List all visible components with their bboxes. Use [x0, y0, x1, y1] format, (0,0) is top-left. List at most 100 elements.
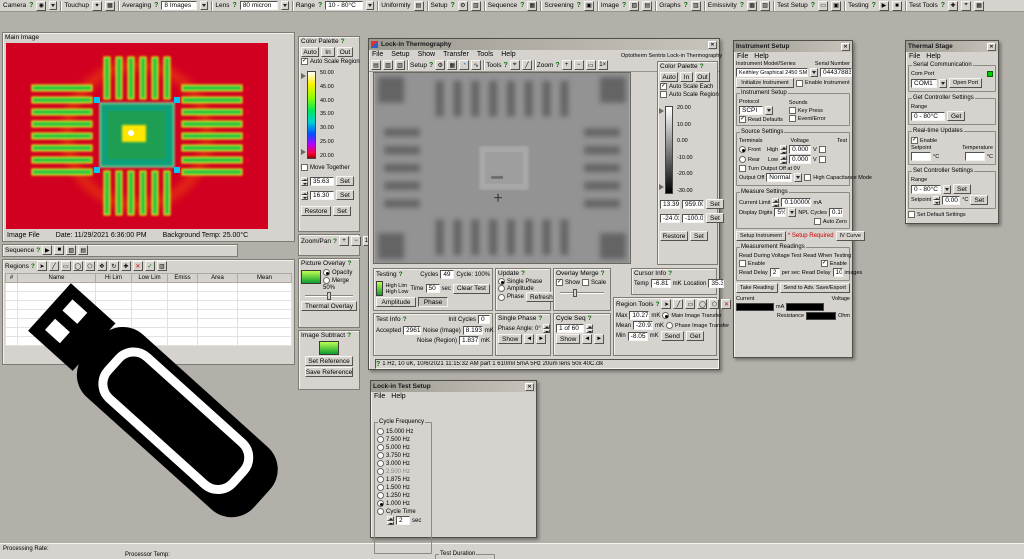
help-icon[interactable] [347, 332, 351, 339]
overlay-slider[interactable] [305, 295, 353, 297]
help-icon[interactable] [668, 270, 672, 277]
set-button[interactable]: Set [333, 206, 351, 216]
help-icon[interactable] [740, 2, 744, 9]
single-phase-radio[interactable] [498, 278, 505, 285]
freq-radio-6[interactable] [377, 476, 384, 483]
read-delay-1-field[interactable]: 2 [770, 268, 780, 277]
thermal-overlay-button[interactable]: Thermal Overlay [301, 301, 357, 311]
set-range-button[interactable]: Set [953, 184, 971, 194]
graphs-icon[interactable]: ▥ [691, 1, 701, 11]
event-error-checkbox[interactable] [789, 115, 796, 122]
model-select[interactable]: Keithley Graphical 2450 SMU [736, 68, 808, 77]
freq-radio-1[interactable] [377, 436, 384, 443]
auto-scale-region-checkbox[interactable] [301, 58, 308, 65]
lockin-colorbar[interactable] [665, 106, 673, 194]
amplitude-button[interactable]: Amplitude [376, 297, 416, 307]
display-digits-select[interactable]: 5½ [774, 208, 786, 217]
out-button[interactable]: Out [695, 72, 710, 82]
auto-button[interactable]: Auto [660, 72, 678, 82]
sequence-icon[interactable]: ▦ [527, 1, 537, 11]
help-icon[interactable] [341, 38, 345, 45]
test-tools-icon-3[interactable]: ▦ [974, 1, 984, 11]
zoom-out-icon[interactable]: − [351, 236, 361, 246]
realtime-enable-checkbox[interactable] [911, 137, 918, 144]
lockin-ruler-icon[interactable]: ╱ [522, 60, 532, 70]
rect-icon[interactable]: ▭ [685, 299, 695, 309]
high-field-1[interactable]: 13.39 [660, 200, 680, 209]
chevron-down-icon[interactable] [200, 1, 208, 10]
overlay-merge-slider[interactable] [560, 292, 604, 294]
com-port-select[interactable]: COM1 [911, 79, 937, 88]
chevron-down-icon[interactable] [788, 208, 796, 217]
read-delay-2-field[interactable]: 10 [833, 268, 843, 277]
help-icon[interactable] [577, 2, 581, 9]
touchup-grid-icon[interactable]: ▦ [105, 1, 115, 11]
high-voltage-field[interactable]: 0.000 [789, 145, 811, 154]
chevron-down-icon[interactable] [49, 1, 57, 10]
subtract-thumbnail[interactable] [319, 341, 339, 355]
high-field-2[interactable]: 959.00 [682, 200, 704, 209]
averaging-select[interactable]: 8 Images [161, 1, 197, 10]
open-icon[interactable]: ▧ [383, 60, 393, 70]
test-setup-titlebar[interactable]: Lock-in Test Setup ✕ [371, 381, 536, 392]
help-icon[interactable] [622, 2, 626, 9]
front-radio[interactable] [739, 146, 746, 153]
help-icon[interactable] [347, 260, 351, 267]
palette-high-field[interactable]: 35.63 [310, 177, 334, 186]
emissivity-icon-1[interactable]: ▩ [747, 1, 757, 11]
stage-menu-help[interactable]: Help [926, 53, 940, 60]
overlay-show-checkbox[interactable] [556, 279, 563, 286]
close-icon[interactable]: ✕ [525, 383, 534, 391]
high-spinner[interactable] [301, 177, 308, 186]
get-button[interactable]: Get [686, 331, 704, 341]
instrument-menu-help[interactable]: Help [754, 53, 768, 60]
lockin-image[interactable] [373, 72, 631, 264]
output-off-select[interactable]: Normal [766, 173, 792, 182]
testing-icon-1[interactable]: ▶ [879, 1, 889, 11]
lockin-menu-show[interactable]: Show [418, 51, 436, 58]
low-field-2[interactable]: -100.00 [682, 214, 704, 223]
setpoint-spinner[interactable] [933, 196, 940, 205]
lockin-menu-file[interactable]: File [372, 51, 383, 58]
lockin-menu-setup[interactable]: Setup [391, 51, 409, 58]
setpoint-field[interactable]: 0.00 [942, 196, 960, 205]
palette-low-field[interactable]: 16.30 [310, 191, 334, 200]
polygon-icon[interactable]: ⬠ [709, 299, 719, 309]
freq-radio-7[interactable] [377, 484, 384, 491]
test-setup-icon-2[interactable]: ▣ [831, 1, 841, 11]
freq-radio-0[interactable] [377, 428, 384, 435]
help-icon[interactable] [872, 2, 876, 9]
prev-icon[interactable]: ◄ [524, 334, 534, 344]
key-press-checkbox[interactable] [789, 107, 796, 114]
chevron-down-icon[interactable] [281, 1, 289, 10]
close-icon[interactable]: ✕ [841, 43, 850, 51]
set-range-select[interactable]: 0 - 80°C [911, 185, 941, 194]
send-save-export-button[interactable]: Send to Adv. Save/Export [780, 283, 850, 293]
cycle-spinner[interactable] [586, 324, 593, 333]
palette-colorbar[interactable] [307, 71, 316, 159]
auto-button[interactable]: Auto [301, 47, 319, 57]
testsetup-menu-file[interactable]: File [374, 393, 385, 400]
npl-cycles-field[interactable]: 0.10 [829, 208, 843, 217]
chevron-down-icon[interactable] [366, 1, 374, 10]
help-icon[interactable] [399, 271, 403, 278]
lockin-menu-transfer[interactable]: Transfer [443, 51, 469, 58]
palette-high-marker[interactable] [659, 108, 664, 114]
instrument-menu-file[interactable]: File [737, 53, 748, 60]
freq-radio-8[interactable] [377, 492, 384, 499]
send-button[interactable]: Send [661, 331, 684, 341]
time-field[interactable]: 50 [426, 284, 440, 293]
read-during-enable-checkbox[interactable] [739, 260, 746, 267]
set-setpoint-button[interactable]: Set [970, 195, 988, 205]
chevron-down-icon[interactable] [810, 68, 818, 77]
phase-button[interactable]: Phase [418, 297, 448, 307]
overlay-scale-checkbox[interactable] [582, 279, 589, 286]
lockin-menu-help[interactable]: Help [501, 51, 515, 58]
read-testing-enable-checkbox[interactable] [821, 260, 828, 267]
help-icon[interactable] [451, 2, 455, 9]
next-icon[interactable]: ► [594, 334, 604, 344]
testsetup-menu-help[interactable]: Help [391, 393, 405, 400]
opacity-radio[interactable] [323, 269, 330, 276]
chevron-down-icon[interactable] [939, 79, 947, 88]
close-icon[interactable]: ✕ [987, 43, 996, 51]
